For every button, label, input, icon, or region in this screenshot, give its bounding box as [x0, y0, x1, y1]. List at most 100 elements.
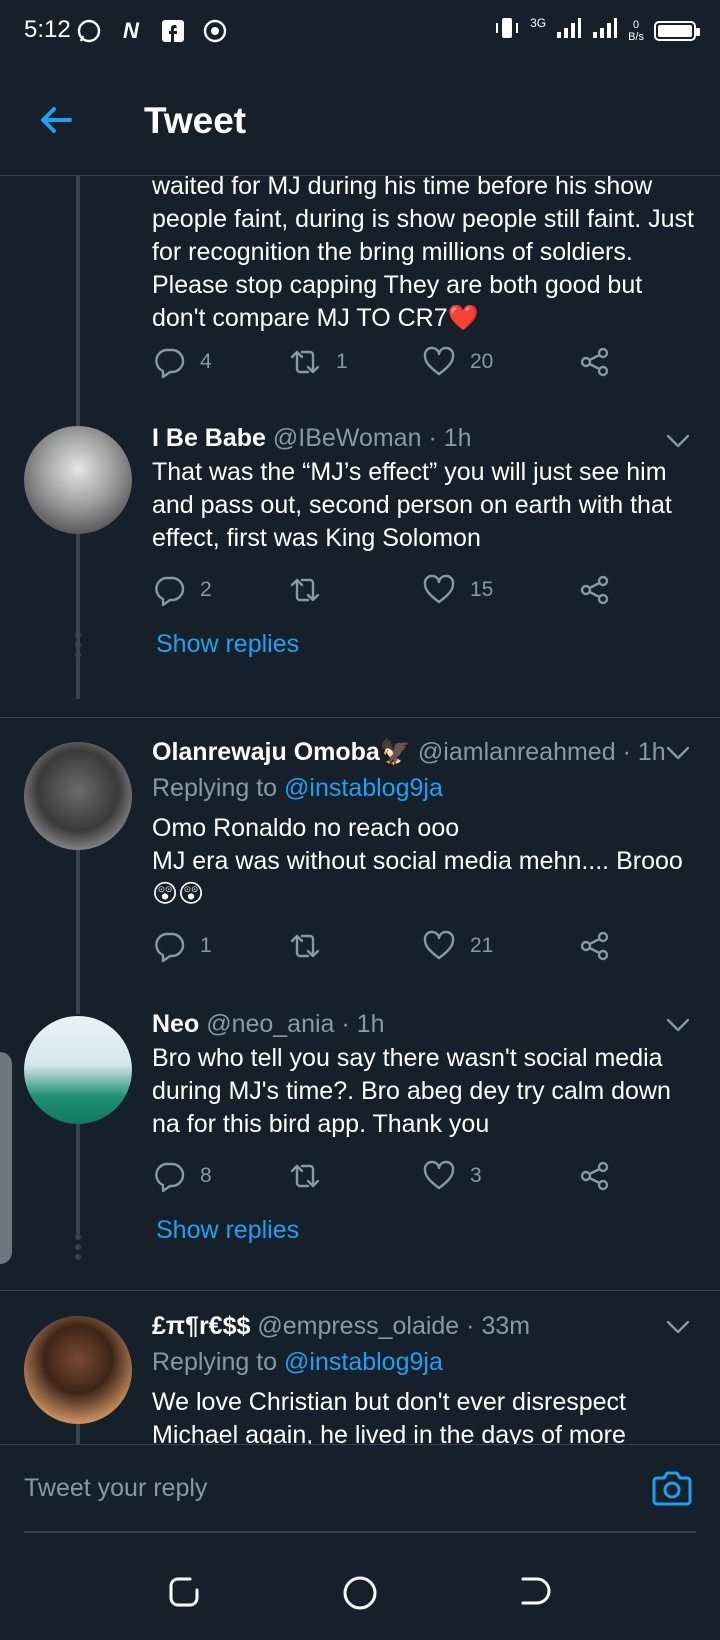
thread-line: [76, 1424, 80, 1444]
reply-icon: [155, 1162, 185, 1193]
display-name[interactable]: Olanrewaju Omoba🦅: [152, 738, 411, 766]
tweet-header: £π¶r€$$ @empress_olaide · 33m: [152, 1312, 530, 1341]
heart-icon: [423, 346, 455, 376]
tweet-text: That was the “MJ’s effect” you will just…: [152, 458, 672, 552]
share-icon: [580, 1161, 609, 1191]
retweet-button[interactable]: [288, 572, 336, 608]
mention-link[interactable]: @instablog9ja: [284, 1348, 443, 1376]
reply-button[interactable]: 1: [152, 928, 212, 964]
reply-button[interactable]: 2: [152, 572, 212, 608]
vibrate-icon: [494, 16, 520, 45]
user-handle[interactable]: @iamlanreahmed: [418, 738, 616, 766]
system-nav-bar: [0, 1544, 720, 1640]
reply-icon: [155, 348, 185, 379]
reply-count: 2: [200, 578, 212, 601]
chevron-down-icon[interactable]: [666, 1018, 690, 1032]
display-name[interactable]: I Be Babe: [152, 424, 266, 452]
tweet-text: Omo Ronaldo no reach ooo MJ era was with…: [152, 814, 683, 908]
thread-line: [76, 534, 80, 699]
thread-dots: [74, 1234, 82, 1264]
user-handle[interactable]: @IBeWoman: [273, 424, 422, 452]
replying-to: Replying to @instablog9ja: [152, 1348, 443, 1376]
chevron-down-icon[interactable]: [666, 746, 690, 760]
reply-button[interactable]: 4: [152, 344, 212, 380]
like-button[interactable]: 15: [422, 572, 493, 608]
tweet-text: We love Christian but don't ever disresp…: [152, 1388, 626, 1444]
whatsapp-icon: [74, 16, 104, 46]
divider: [0, 717, 720, 718]
share-button[interactable]: [578, 344, 612, 380]
tweet-text: Bro who tell you say there wasn't social…: [152, 1044, 671, 1138]
like-button[interactable]: 3: [422, 1158, 482, 1194]
share-button[interactable]: [578, 928, 612, 964]
like-count: 15: [470, 578, 494, 601]
show-replies-link[interactable]: Show replies: [156, 630, 299, 659]
share-button[interactable]: [578, 572, 612, 608]
reply-button[interactable]: 8: [152, 1158, 212, 1194]
share-icon: [580, 931, 609, 961]
avatar[interactable]: [24, 1316, 132, 1424]
reply-bar: Tweet your reply: [0, 1444, 720, 1544]
display-name[interactable]: £π¶r€$$: [152, 1312, 250, 1340]
home-icon[interactable]: [341, 1574, 379, 1612]
back-arrow-icon[interactable]: [36, 100, 76, 140]
status-time: 5:12: [24, 16, 71, 43]
replying-to: Replying to @instablog9ja: [152, 774, 443, 802]
avatar[interactable]: [24, 742, 132, 850]
thread-line: [76, 850, 80, 1014]
retweet-button[interactable]: 1: [288, 344, 348, 380]
retweet-button[interactable]: [288, 1158, 336, 1194]
recents-icon[interactable]: [166, 1574, 202, 1610]
chrome-icon: [200, 16, 230, 46]
retweet-icon: [290, 1164, 320, 1188]
retweet-button[interactable]: [288, 928, 336, 964]
heart-icon: [423, 930, 455, 960]
user-handle[interactable]: @empress_olaide: [257, 1312, 459, 1340]
share-icon: [580, 347, 609, 377]
n-app-icon: N: [123, 18, 139, 43]
tweet-actions: 4 1 20: [152, 344, 622, 380]
thread-dots: [74, 632, 82, 662]
display-name[interactable]: Neo: [152, 1010, 199, 1038]
tweet-header: I Be Babe @IBeWoman · 1h: [152, 424, 472, 453]
replies-feed[interactable]: waited for MJ during his time before his…: [0, 176, 720, 1444]
tweet[interactable]: waited for MJ during his time before his…: [0, 176, 720, 446]
retweet-count: 1: [336, 350, 348, 373]
status-bar: 5:12 N 3G 0 B/s: [0, 0, 720, 64]
facebook-icon: [158, 16, 188, 46]
data-speed: 0 B/s: [628, 18, 644, 43]
heart-icon: [423, 574, 455, 604]
reply-count: 8: [200, 1164, 212, 1187]
tweet-time: · 1h: [428, 424, 472, 452]
tweet[interactable]: £π¶r€$$ @empress_olaide · 33m Replying t…: [0, 1312, 720, 1444]
share-icon: [580, 575, 609, 605]
tweet-header: Olanrewaju Omoba🦅 @iamlanreahmed · 1h: [152, 738, 666, 767]
tweet-actions: 2 15: [152, 572, 622, 608]
chevron-down-icon[interactable]: [666, 434, 690, 448]
retweet-icon: [290, 934, 320, 958]
user-handle[interactable]: @neo_ania: [206, 1010, 334, 1038]
chevron-down-icon[interactable]: [666, 1320, 690, 1334]
like-button[interactable]: 20: [422, 344, 493, 380]
reply-count: 4: [200, 350, 212, 373]
tweet-header: Neo @neo_ania · 1h: [152, 1010, 385, 1039]
avatar[interactable]: [24, 426, 132, 534]
top-app-bar: Tweet: [0, 64, 720, 176]
show-replies-link[interactable]: Show replies: [156, 1216, 299, 1245]
tweet-text: waited for MJ during his time before his…: [152, 176, 694, 332]
avatar[interactable]: [24, 1016, 132, 1124]
signal-icon: [556, 17, 582, 44]
like-button[interactable]: 21: [422, 928, 493, 964]
tweet-time: · 1h: [622, 738, 666, 766]
camera-icon[interactable]: [650, 1467, 694, 1511]
network-type-label: 3G: [530, 16, 547, 30]
back-nav-icon[interactable]: [518, 1574, 554, 1610]
like-count: 21: [470, 934, 494, 957]
reply-input[interactable]: Tweet your reply: [24, 1445, 696, 1533]
edge-panel-handle[interactable]: [0, 1052, 12, 1264]
tweet[interactable]: Olanrewaju Omoba🦅 @iamlanreahmed · 1h Re…: [0, 738, 720, 1014]
share-button[interactable]: [578, 1158, 612, 1194]
mention-link[interactable]: @instablog9ja: [284, 774, 443, 802]
retweet-icon: [290, 350, 320, 374]
reply-count: 1: [200, 934, 212, 957]
